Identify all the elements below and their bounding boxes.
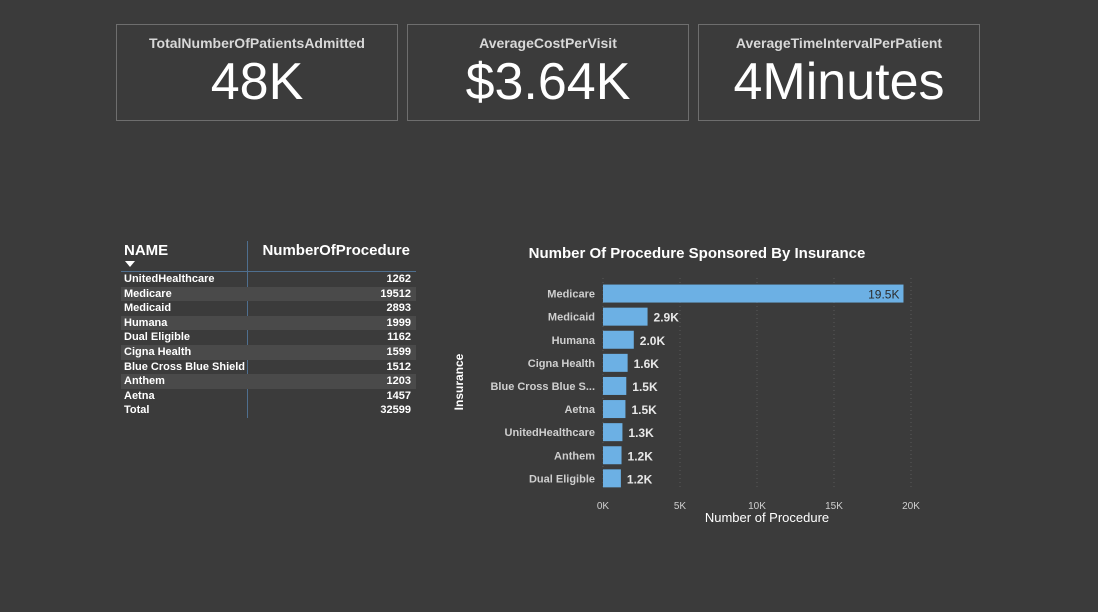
category-labels: Medicare Medicaid Humana Cigna Health Blue C… (490, 289, 595, 486)
cell-name: Medicare (124, 287, 172, 300)
bar[interactable] (603, 284, 904, 303)
table-row[interactable]: Humana 1999 (121, 315, 416, 331)
table-row[interactable]: Blue Cross Blue Shield 1512 (121, 360, 416, 375)
cell-value: 1162 (387, 331, 411, 344)
insurance-bar-chart[interactable]: Number Of Procedure Sponsored By Insuran… (446, 236, 946, 536)
table-header: NAME NumberOfProcedure (121, 240, 416, 272)
cell-value: 2893 (386, 302, 411, 315)
bar[interactable] (603, 307, 648, 326)
x-tick-labels: 0K 5K 10K 15K 20K (597, 501, 920, 512)
data-label: 1.2K (627, 472, 653, 486)
x-tick-label: 20K (902, 501, 920, 512)
bar[interactable] (603, 330, 634, 349)
kpi-title: AverageCostPerVisit (479, 35, 617, 51)
bars: 19.5K 2.9K 2.0K 1.6K 1.5K 1.5K 1.3K 1.2K 1.2K (603, 284, 904, 488)
category-label: Cigna Health (528, 358, 596, 370)
x-axis-label: Number of Procedure (705, 510, 829, 525)
table-body: UnitedHealthcare 1262 Medicare 19512 Medic… (121, 241, 416, 418)
x-tick-label: 15K (825, 501, 843, 512)
category-label: Blue Cross Blue S... (490, 381, 595, 393)
table-total-row: Total 32599 (121, 403, 416, 418)
kpi-value: 4Minutes (733, 53, 945, 111)
category-label: Dual Eligible (529, 473, 595, 485)
procedure-table[interactable]: NAME NumberOfProcedure UnitedHealthcare 1… (121, 240, 416, 418)
category-label: Humana (552, 335, 596, 347)
x-tick-label: 0K (597, 501, 610, 512)
category-label: Anthem (554, 450, 595, 462)
bar[interactable] (603, 446, 622, 465)
kpi-card-average-time[interactable]: AverageTimeIntervalPerPatient 4Minutes (698, 24, 980, 121)
bar[interactable] (603, 469, 621, 488)
data-label: 1.6K (634, 357, 660, 371)
column-header-name[interactable]: NAME (124, 242, 168, 259)
data-label: 2.9K (654, 311, 680, 325)
cell-value: 1203 (386, 375, 411, 388)
cell-name: Anthem (124, 375, 165, 388)
cell-value: 1512 (386, 360, 411, 373)
table-row[interactable]: Anthem 1203 (121, 374, 416, 389)
total-label: Total (124, 404, 150, 417)
cell-value: 1262 (386, 273, 411, 285)
bar[interactable] (603, 376, 627, 395)
category-label: Aetna (564, 404, 595, 416)
table-row[interactable]: Aetna 1457 (121, 389, 416, 404)
cell-name: Medicaid (124, 302, 172, 315)
kpi-value: 48K (210, 53, 304, 111)
cell-name: Dual Eligible (124, 331, 191, 344)
data-label: 2.0K (640, 334, 666, 348)
category-label: UnitedHealthcare (505, 427, 595, 439)
y-axis-label: Insurance (452, 353, 466, 410)
data-label: 19.5K (868, 288, 899, 302)
bar[interactable] (603, 353, 628, 372)
kpi-title: TotalNumberOfPatientsAdmitted (149, 35, 365, 51)
cell-value: 19512 (380, 287, 411, 300)
x-tick-label: 5K (674, 501, 687, 512)
bar[interactable] (603, 423, 623, 442)
dashboard-canvas: TotalNumberOfPatientsAdmitted 48K Averag… (0, 0, 1098, 612)
table-row[interactable]: UnitedHealthcare 1262 (121, 272, 416, 287)
table-row[interactable]: Medicaid 2893 (121, 301, 416, 316)
sort-descending-icon[interactable] (125, 261, 135, 267)
total-value: 32599 (380, 404, 411, 417)
chart-title: Number Of Procedure Sponsored By Insuran… (529, 245, 866, 262)
x-tick-label: 10K (748, 501, 766, 512)
chart-svg: Number Of Procedure Sponsored By Insuran… (452, 245, 920, 525)
kpi-title: AverageTimeIntervalPerPatient (735, 35, 943, 51)
bar[interactable] (603, 400, 626, 419)
table-row[interactable]: Medicare 19512 (121, 286, 416, 302)
cell-name: Blue Cross Blue Shield (124, 360, 246, 373)
kpi-card-average-cost[interactable]: AverageCostPerVisit $3.64K (407, 24, 689, 121)
category-label: Medicare (547, 289, 595, 301)
data-label: 1.3K (628, 426, 654, 440)
cell-value: 1999 (386, 316, 411, 329)
data-label: 1.5K (632, 380, 658, 394)
category-label: Medicaid (548, 312, 595, 324)
cell-name: Cigna Health (124, 345, 192, 358)
cell-name: UnitedHealthcare (124, 273, 215, 285)
data-label: 1.2K (628, 449, 654, 463)
column-header-count[interactable]: NumberOfProcedure (262, 242, 410, 259)
kpi-value: $3.64K (465, 53, 631, 111)
cell-value: 1457 (386, 389, 411, 402)
table-row[interactable]: Cigna Health 1599 (121, 344, 416, 360)
cell-name: Aetna (124, 389, 155, 402)
table-row[interactable]: Dual Eligible 1162 (121, 330, 416, 345)
cell-value: 1599 (386, 345, 411, 358)
cell-name: Humana (124, 316, 168, 329)
data-label: 1.5K (631, 403, 657, 417)
kpi-card-patients-admitted[interactable]: TotalNumberOfPatientsAdmitted 48K (116, 24, 398, 121)
